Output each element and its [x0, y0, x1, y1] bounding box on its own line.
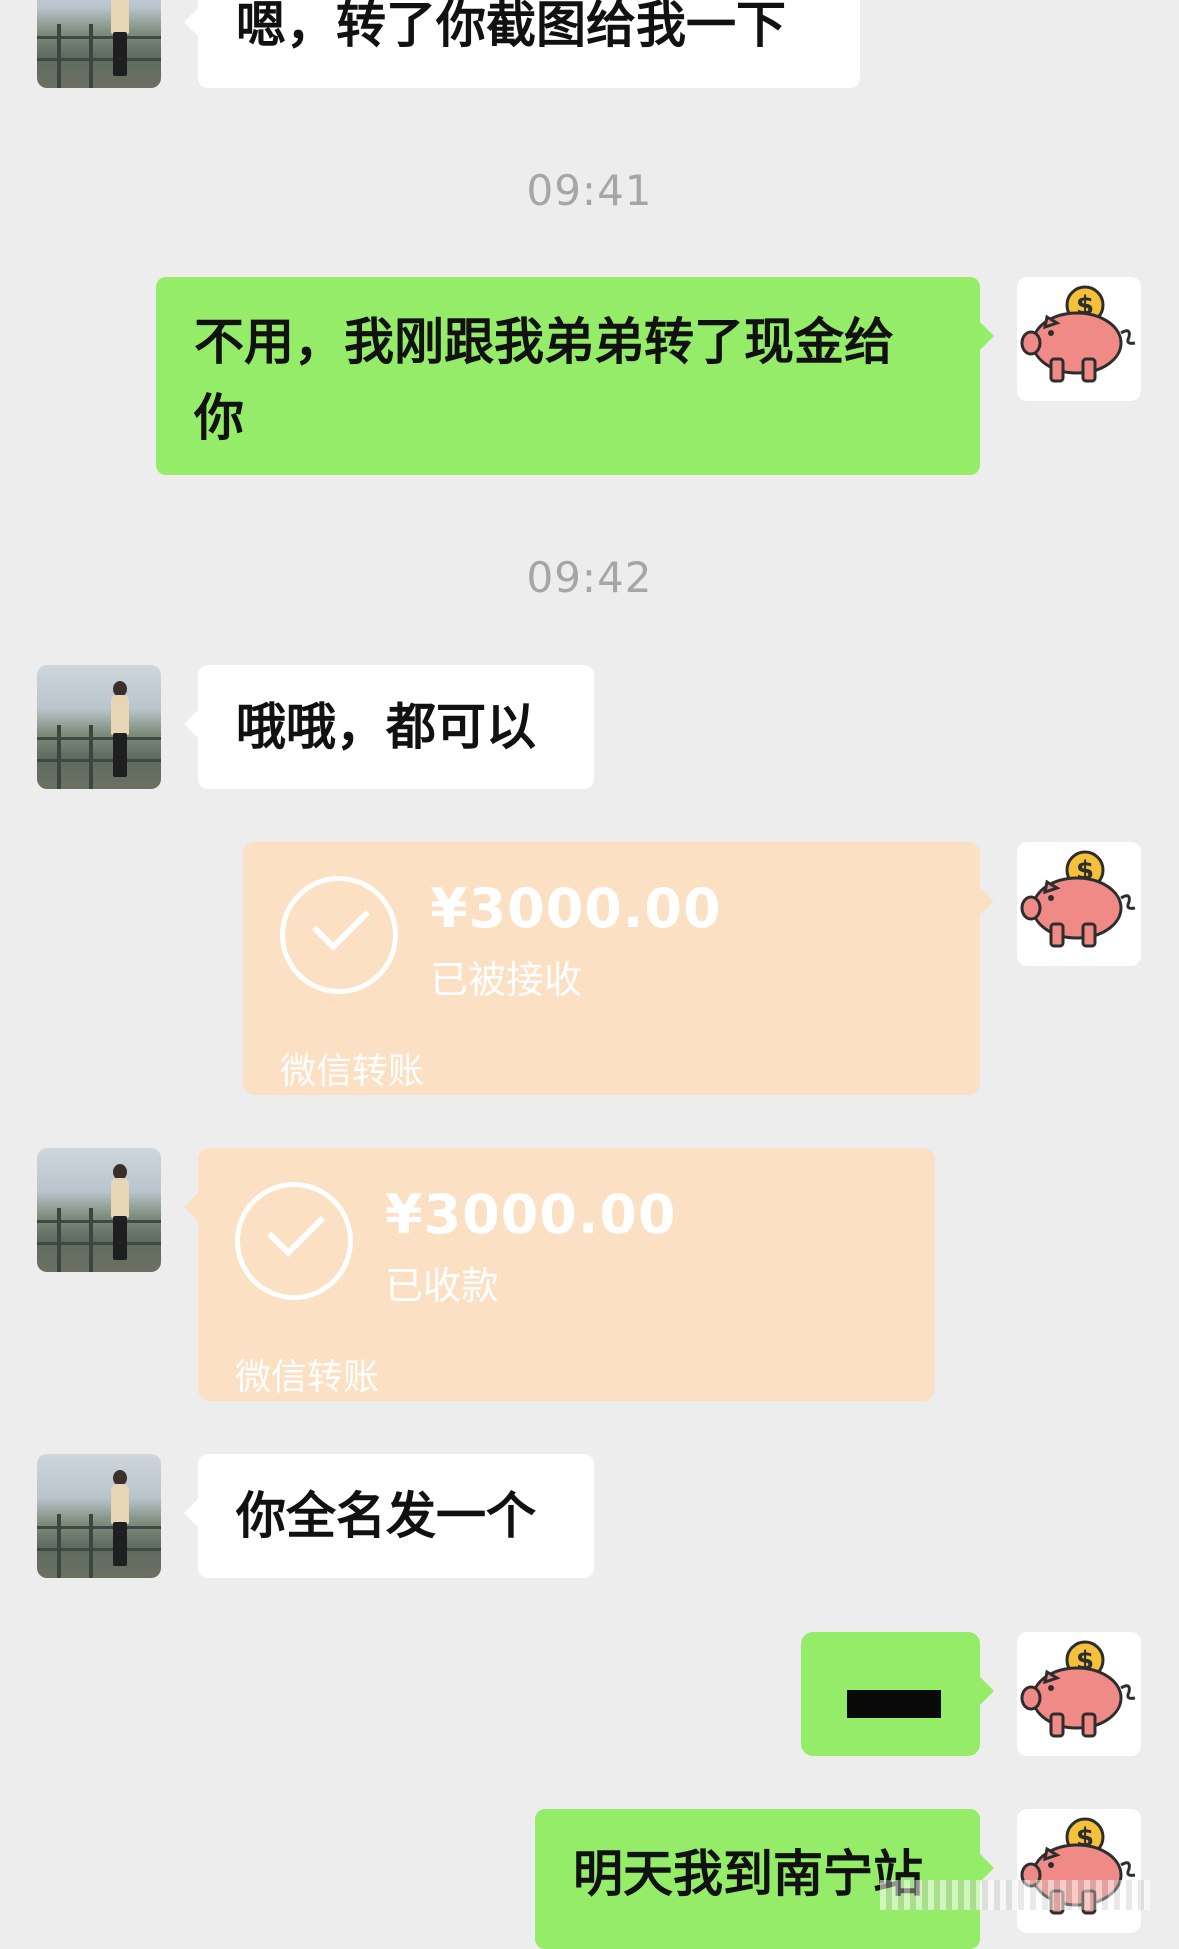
friend-avatar[interactable]	[37, 1454, 161, 1578]
piggy-bank-icon	[1017, 277, 1141, 401]
message-text: 不用，我刚跟我弟弟转了现金给	[194, 313, 894, 371]
message-text: 你	[194, 389, 244, 447]
self-avatar[interactable]	[1017, 842, 1141, 966]
piggy-bank-icon	[1017, 1809, 1141, 1933]
bubble-tail	[184, 710, 198, 738]
piggy-bank-icon	[1017, 1632, 1141, 1756]
bubble-tail	[980, 1677, 994, 1705]
friend-avatar[interactable]	[37, 1148, 161, 1272]
transfer-amount: ¥3000.00	[385, 1183, 677, 1246]
check-circle-icon	[280, 876, 398, 994]
watermark-strip	[880, 1880, 1150, 1910]
message-text: 哦哦，都可以	[236, 698, 536, 756]
friend-avatar[interactable]	[37, 665, 161, 789]
message-text: 你全名发一个	[236, 1487, 536, 1545]
bubble-tail	[184, 8, 198, 36]
redaction-bar	[847, 1690, 941, 1718]
bubble-tail	[980, 1854, 994, 1882]
message-bubble-incoming[interactable]: 嗯，转了你截图给我一下	[198, 0, 860, 88]
message-bubble-outgoing-redacted[interactable]	[801, 1632, 980, 1756]
bubble-tail	[184, 1499, 198, 1527]
friend-avatar[interactable]	[37, 0, 161, 88]
timestamp: 09:41	[526, 166, 653, 215]
message-text: 明天我到南宁站	[573, 1845, 923, 1903]
timestamp: 09:42	[526, 553, 653, 602]
piggy-bank-icon	[1017, 842, 1141, 966]
self-avatar[interactable]	[1017, 277, 1141, 401]
message-bubble-outgoing[interactable]: 明天我到南宁站	[535, 1809, 980, 1949]
message-bubble-incoming[interactable]: 哦哦，都可以	[198, 665, 594, 789]
message-bubble-outgoing[interactable]: 不用，我刚跟我弟弟转了现金给 你	[156, 277, 980, 475]
check-circle-icon	[235, 1182, 353, 1300]
transfer-label: 微信转账	[235, 1357, 380, 1398]
transfer-status: 已被接收	[430, 958, 583, 1002]
transfer-status: 已收款	[385, 1264, 500, 1308]
transfer-card-sent[interactable]: ¥3000.00 已被接收 微信转账	[243, 842, 980, 1095]
bubble-tail	[980, 322, 994, 350]
transfer-card-received[interactable]: ¥3000.00 已收款 微信转账	[198, 1148, 935, 1401]
message-text: 嗯，转了你截图给我一下	[236, 0, 786, 54]
transfer-label: 微信转账	[280, 1051, 425, 1092]
bubble-tail	[184, 1193, 198, 1221]
message-bubble-incoming[interactable]: 你全名发一个	[198, 1454, 594, 1578]
transfer-amount: ¥3000.00	[430, 877, 722, 940]
bubble-tail	[980, 887, 994, 915]
self-avatar[interactable]	[1017, 1809, 1141, 1933]
self-avatar[interactable]	[1017, 1632, 1141, 1756]
